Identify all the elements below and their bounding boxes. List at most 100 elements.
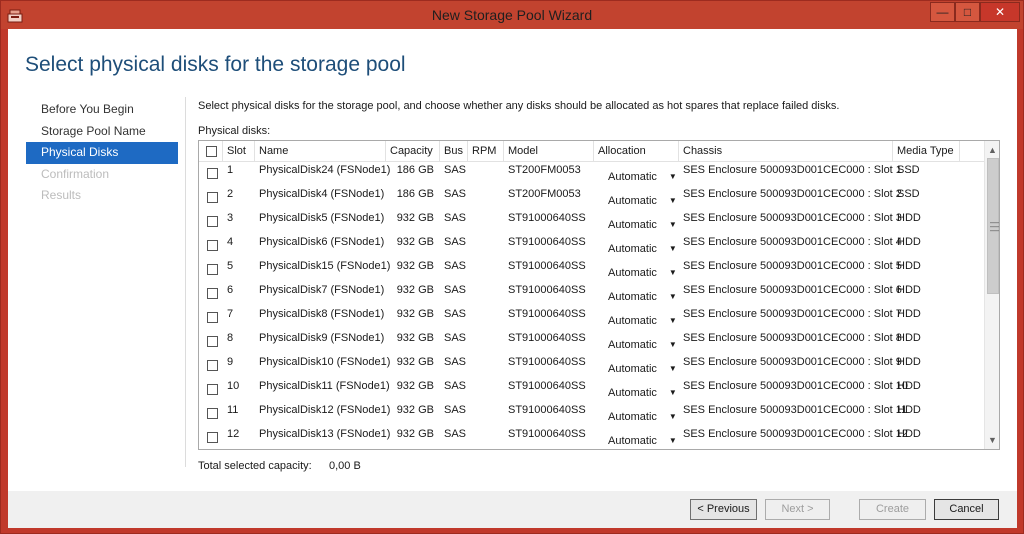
allocation-dropdown[interactable]: Automatic ▼ bbox=[604, 402, 679, 426]
row-bus: SAS bbox=[444, 356, 467, 368]
table-row[interactable]: 8 PhysicalDisk9 (FSNode1) 932 GB SAS ST91000… bbox=[199, 330, 984, 354]
row-media-type: SSD bbox=[897, 164, 920, 176]
row-checkbox[interactable] bbox=[207, 383, 218, 395]
row-model: ST91000640SS bbox=[508, 404, 586, 416]
row-checkbox[interactable] bbox=[207, 191, 218, 203]
table-row[interactable]: 10 PhysicalDisk11 (FSNode1) 932 GB SAS ST910… bbox=[199, 378, 984, 402]
row-checkbox-cell bbox=[199, 210, 223, 234]
row-slot: 8 bbox=[227, 332, 234, 344]
allocation-dropdown[interactable]: Automatic ▼ bbox=[604, 306, 679, 330]
nav-item-physical-disks[interactable]: Physical Disks bbox=[26, 142, 178, 164]
row-checkbox[interactable] bbox=[207, 407, 218, 419]
allocation-dropdown[interactable]: Automatic ▼ bbox=[604, 234, 679, 258]
maximize-button[interactable]: □ bbox=[955, 2, 980, 22]
row-rpm bbox=[468, 330, 504, 354]
row-model: ST91000640SS bbox=[508, 428, 586, 440]
title-bar[interactable]: New Storage Pool Wizard — □ ✕ bbox=[1, 1, 1023, 29]
allocation-dropdown[interactable]: Automatic ▼ bbox=[604, 378, 679, 402]
row-chassis: SES Enclosure 500093D001CEC000 : Slot 11 bbox=[683, 404, 908, 416]
row-checkbox[interactable] bbox=[207, 287, 218, 299]
col-header-chassis[interactable]: Chassis bbox=[679, 141, 893, 162]
row-capacity: 932 GB bbox=[396, 404, 434, 416]
row-rpm bbox=[468, 258, 504, 282]
chevron-down-icon[interactable]: ▼ bbox=[669, 426, 677, 449]
row-media-type: HDD bbox=[897, 356, 921, 368]
scrollbar-thumb[interactable]: ― ― ― bbox=[987, 158, 999, 294]
row-chassis: SES Enclosure 500093D001CEC000 : Slot 8 bbox=[683, 332, 902, 344]
table-row[interactable]: 9 PhysicalDisk10 (FSNode1) 932 GB SAS ST9100… bbox=[199, 354, 984, 378]
allocation-value: Automatic bbox=[608, 363, 657, 375]
row-capacity: 932 GB bbox=[396, 332, 434, 344]
previous-button[interactable]: < Previous bbox=[690, 499, 757, 520]
row-model: ST91000640SS bbox=[508, 308, 586, 320]
row-media-type: HDD bbox=[897, 284, 921, 296]
allocation-dropdown[interactable]: Automatic ▼ bbox=[604, 330, 679, 354]
scroll-up-icon[interactable]: ▲ bbox=[985, 143, 999, 158]
col-header-name[interactable]: Name bbox=[255, 141, 386, 162]
row-checkbox[interactable] bbox=[207, 335, 218, 347]
allocation-value: Automatic bbox=[608, 387, 657, 399]
row-checkbox-cell bbox=[199, 306, 223, 330]
table-row[interactable]: 7 PhysicalDisk8 (FSNode1) 932 GB SAS ST91000… bbox=[199, 306, 984, 330]
cancel-button[interactable]: Cancel bbox=[934, 499, 999, 520]
row-checkbox[interactable] bbox=[207, 263, 218, 275]
col-header-media-type[interactable]: Media Type bbox=[893, 141, 960, 162]
row-checkbox[interactable] bbox=[207, 359, 218, 371]
row-chassis: SES Enclosure 500093D001CEC000 : Slot 6 bbox=[683, 284, 902, 296]
row-checkbox-cell bbox=[199, 282, 223, 306]
table-row[interactable]: 4 PhysicalDisk6 (FSNode1) 932 GB SAS ST91000… bbox=[199, 234, 984, 258]
allocation-dropdown[interactable]: Automatic ▼ bbox=[604, 210, 679, 234]
nav-divider bbox=[185, 97, 186, 467]
row-slot: 1 bbox=[227, 164, 234, 176]
row-checkbox-cell bbox=[199, 330, 223, 354]
table-row[interactable]: 6 PhysicalDisk7 (FSNode1) 932 GB SAS ST91000… bbox=[199, 282, 984, 306]
row-checkbox[interactable] bbox=[207, 215, 218, 227]
row-chassis: SES Enclosure 500093D001CEC000 : Slot 12 bbox=[683, 428, 909, 440]
minimize-button[interactable]: — bbox=[930, 2, 955, 22]
select-all-header bbox=[199, 141, 223, 162]
table-row[interactable]: 2 PhysicalDisk4 (FSNode1) 186 GB SAS ST200FM… bbox=[199, 186, 984, 210]
row-chassis: SES Enclosure 500093D001CEC000 : Slot 10 bbox=[683, 380, 909, 392]
close-button[interactable]: ✕ bbox=[980, 2, 1020, 22]
row-disk-name: PhysicalDisk12 (FSNode1) bbox=[259, 404, 391, 416]
next-button[interactable]: Next > bbox=[765, 499, 830, 520]
row-checkbox[interactable] bbox=[207, 239, 218, 251]
create-button[interactable]: Create bbox=[859, 499, 926, 520]
col-header-rpm[interactable]: RPM bbox=[468, 141, 504, 162]
allocation-dropdown[interactable]: Automatic ▼ bbox=[604, 258, 679, 282]
grid-vertical-scrollbar[interactable]: ▲ ― ― ― ▼ bbox=[984, 141, 999, 449]
row-checkbox[interactable] bbox=[207, 311, 218, 323]
row-media-type: HDD bbox=[897, 332, 921, 344]
row-media-type: HDD bbox=[897, 236, 921, 248]
nav-item-storage-pool-name[interactable]: Storage Pool Name bbox=[26, 121, 178, 143]
col-header-capacity[interactable]: Capacity bbox=[386, 141, 440, 162]
row-capacity: 932 GB bbox=[396, 260, 434, 272]
col-header-bus[interactable]: Bus bbox=[440, 141, 468, 162]
allocation-dropdown[interactable]: Automatic ▼ bbox=[604, 426, 679, 449]
allocation-dropdown[interactable]: Automatic ▼ bbox=[604, 354, 679, 378]
allocation-value: Automatic bbox=[608, 219, 657, 231]
scroll-grip-icon: ― ― ― bbox=[990, 217, 999, 235]
row-checkbox[interactable] bbox=[207, 431, 218, 443]
close-icon: ✕ bbox=[994, 5, 1006, 19]
select-all-checkbox[interactable] bbox=[206, 145, 217, 157]
allocation-dropdown[interactable]: Automatic ▼ bbox=[604, 186, 679, 210]
table-row[interactable]: 11 PhysicalDisk12 (FSNode1) 932 GB SAS ST910… bbox=[199, 402, 984, 426]
table-row[interactable]: 12 PhysicalDisk13 (FSNode1) 932 GB SAS ST910… bbox=[199, 426, 984, 449]
col-header-slot[interactable]: Slot bbox=[223, 141, 255, 162]
row-slot: 7 bbox=[227, 308, 234, 320]
row-checkbox[interactable] bbox=[207, 167, 218, 179]
scroll-down-icon[interactable]: ▼ bbox=[985, 433, 999, 448]
allocation-dropdown[interactable]: Automatic ▼ bbox=[604, 282, 679, 306]
table-row[interactable]: 5 PhysicalDisk15 (FSNode1) 932 GB SAS ST9100… bbox=[199, 258, 984, 282]
table-row[interactable]: 3 PhysicalDisk5 (FSNode1) 932 GB SAS ST91000… bbox=[199, 210, 984, 234]
col-header-allocation[interactable]: Allocation bbox=[594, 141, 679, 162]
nav-item-before-you-begin[interactable]: Before You Begin bbox=[26, 99, 178, 121]
row-media-type: HDD bbox=[897, 404, 921, 416]
row-bus: SAS bbox=[444, 212, 467, 224]
row-disk-name: PhysicalDisk10 (FSNode1) bbox=[259, 356, 391, 368]
allocation-dropdown[interactable]: Automatic ▼ bbox=[604, 162, 679, 186]
table-row[interactable]: 1 PhysicalDisk24 (FSNode1) 186 GB SAS ST200F… bbox=[199, 162, 984, 186]
col-header-model[interactable]: Model bbox=[504, 141, 594, 162]
row-bus: SAS bbox=[444, 236, 467, 248]
